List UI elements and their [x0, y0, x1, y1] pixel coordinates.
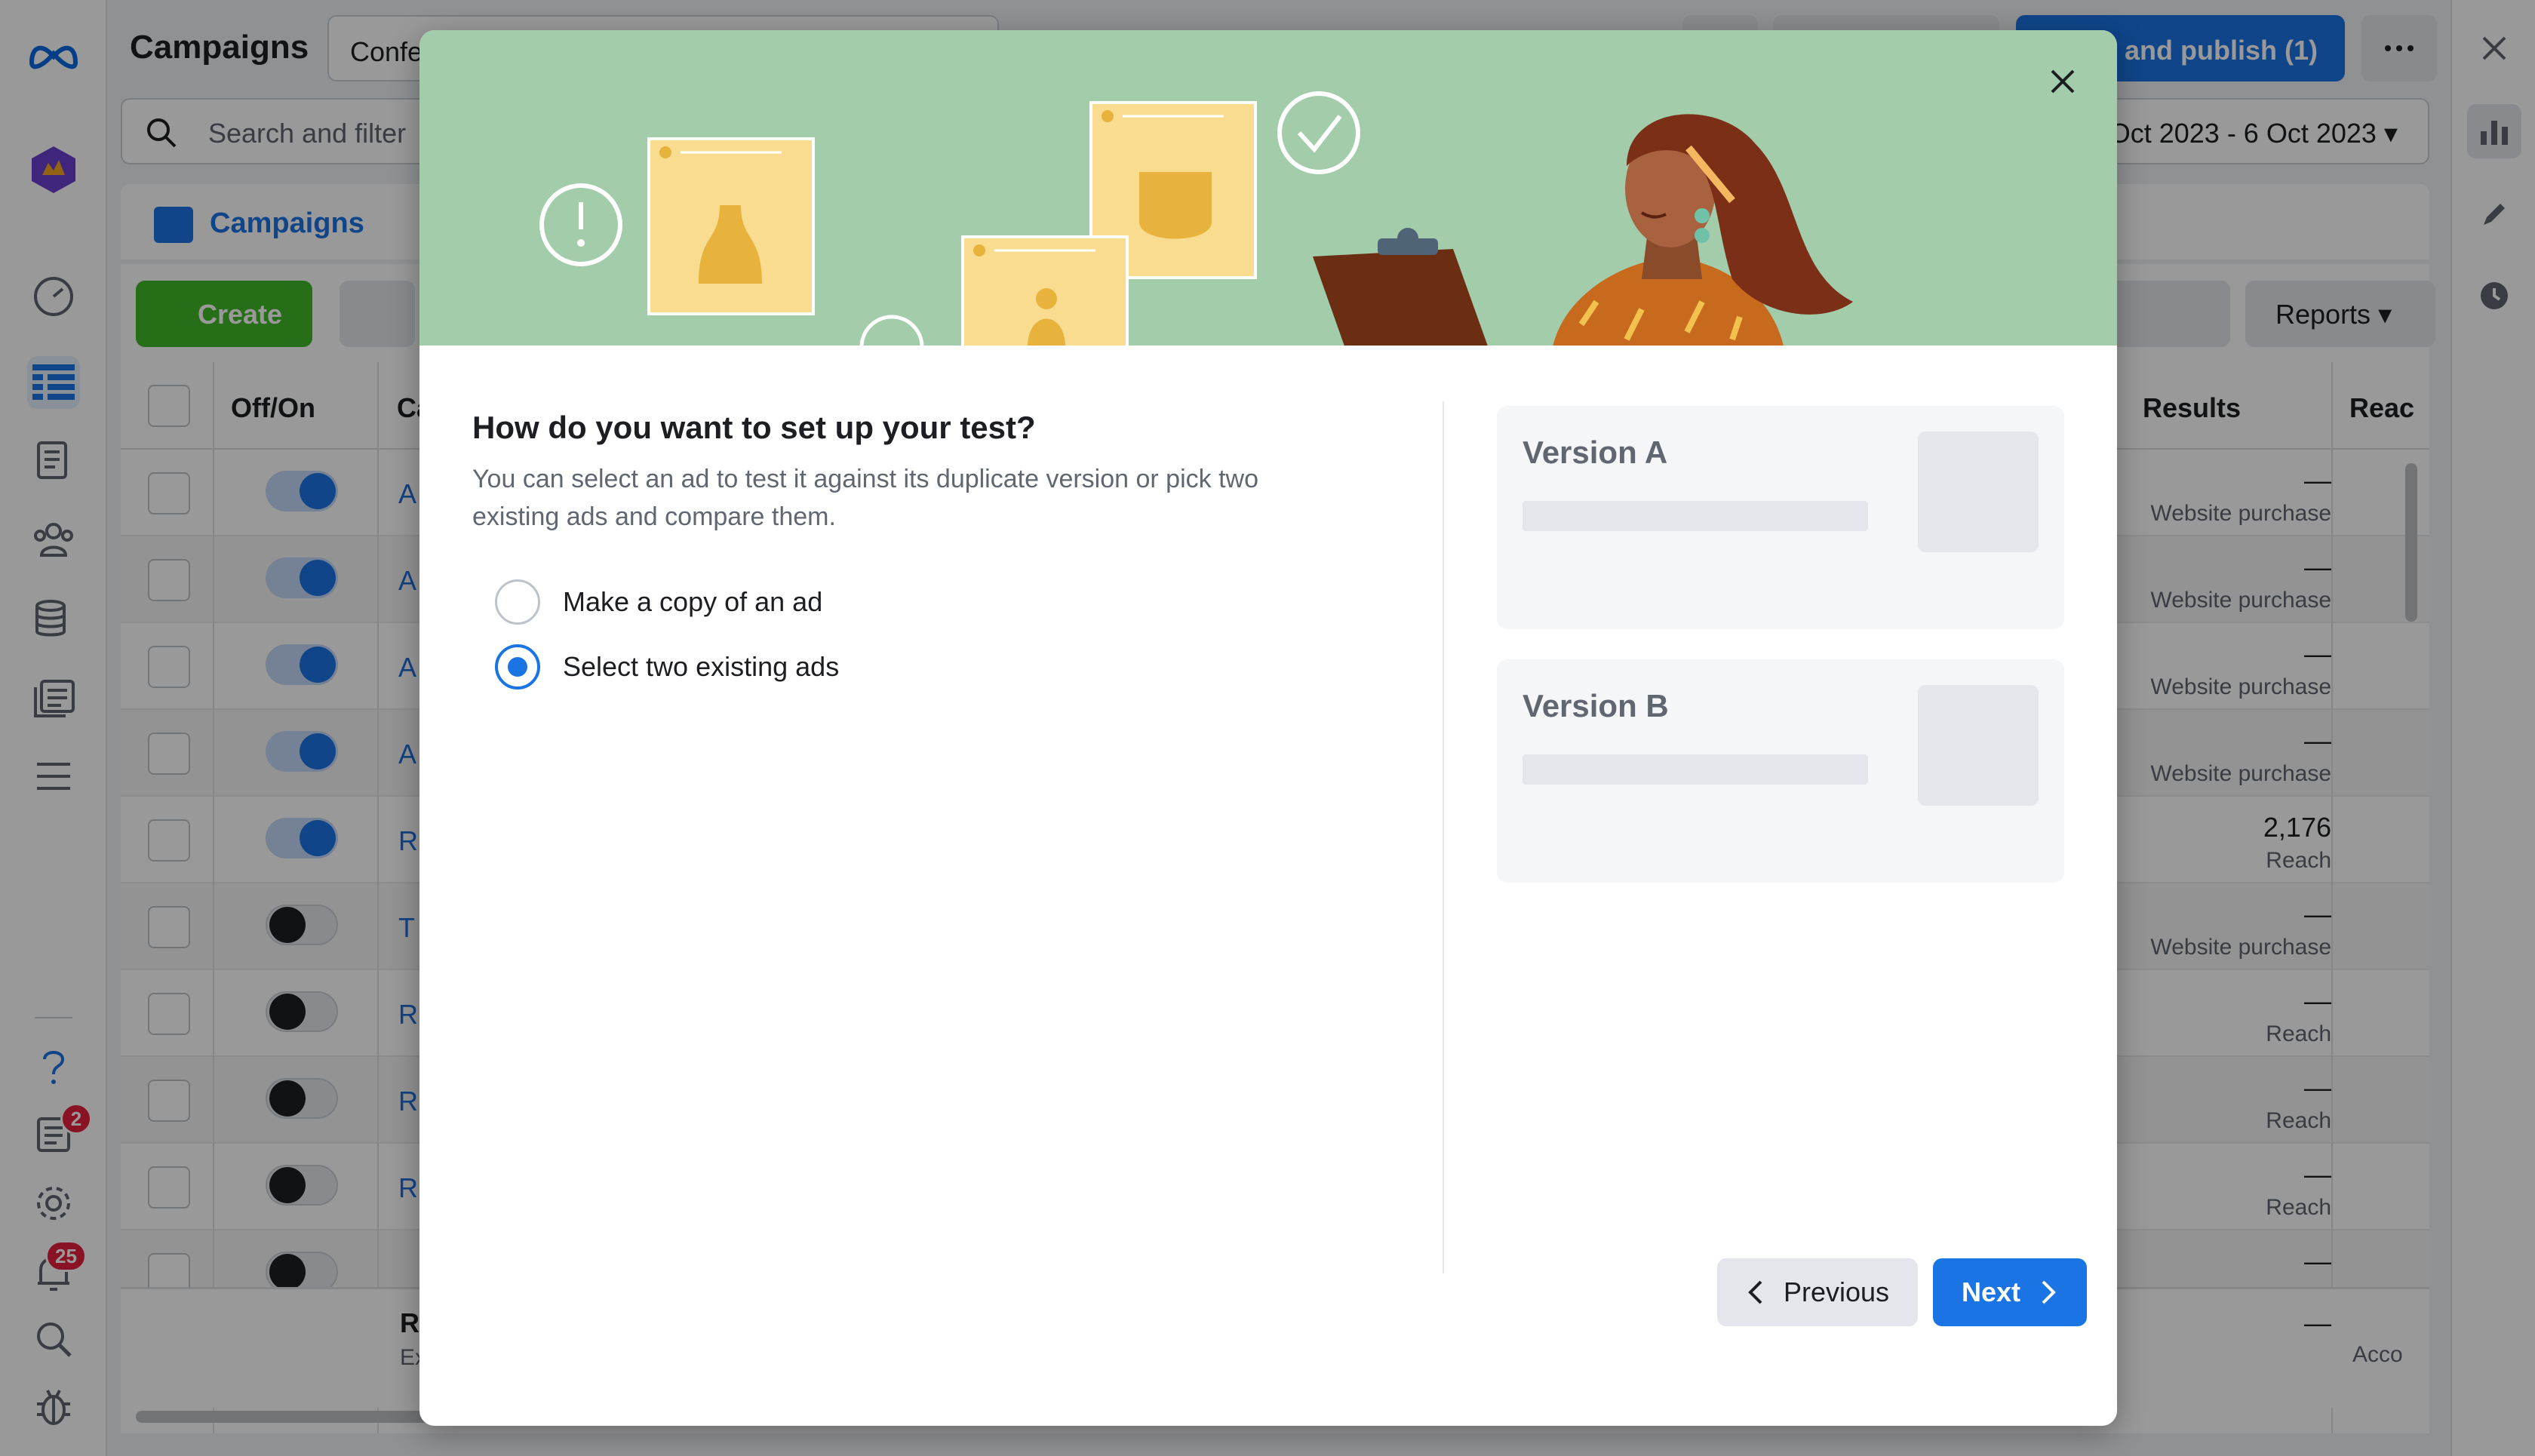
- version-a-placeholder-text: [1523, 501, 1868, 531]
- close-button[interactable]: [2039, 57, 2087, 106]
- version-a-title: Version A: [1523, 435, 1668, 470]
- close-icon: [2051, 69, 2075, 94]
- hero-illustration: [419, 30, 2117, 346]
- version-b-thumbnail: [1918, 685, 2039, 806]
- next-label: Next: [1961, 1276, 2021, 1307]
- version-b-placeholder-text: [1523, 754, 1868, 785]
- option-select-two-ads[interactable]: Select two existing ads: [495, 644, 839, 690]
- radio-copy-ad[interactable]: [495, 579, 540, 625]
- setup-question-pane: How do you want to set up your test? You…: [472, 407, 1302, 536]
- test-illustration-icon: [539, 91, 1853, 346]
- setup-question-title: How do you want to set up your test?: [472, 410, 1036, 445]
- version-b-card: Version B: [1497, 659, 2064, 883]
- version-a-card: Version A: [1497, 406, 2064, 629]
- option-select-two-ads-label: Select two existing ads: [563, 651, 840, 682]
- previous-label: Previous: [1783, 1276, 1890, 1307]
- previous-button[interactable]: Previous: [1717, 1258, 1918, 1326]
- chevron-left-icon: [1748, 1280, 1762, 1304]
- version-a-thumbnail: [1918, 432, 2039, 552]
- option-copy-ad-label: Make a copy of an ad: [563, 586, 823, 617]
- option-copy-ad[interactable]: Make a copy of an ad: [495, 579, 822, 625]
- pane-divider: [1443, 401, 1444, 1273]
- setup-question-description: You can select an ad to test it against …: [472, 465, 1258, 531]
- ab-test-setup-dialog: How do you want to set up your test? You…: [419, 30, 2117, 1426]
- version-b-title: Version B: [1523, 688, 1669, 723]
- chevron-right-icon: [2042, 1280, 2056, 1304]
- next-button[interactable]: Next: [1933, 1258, 2087, 1326]
- radio-select-two-ads[interactable]: [495, 644, 540, 690]
